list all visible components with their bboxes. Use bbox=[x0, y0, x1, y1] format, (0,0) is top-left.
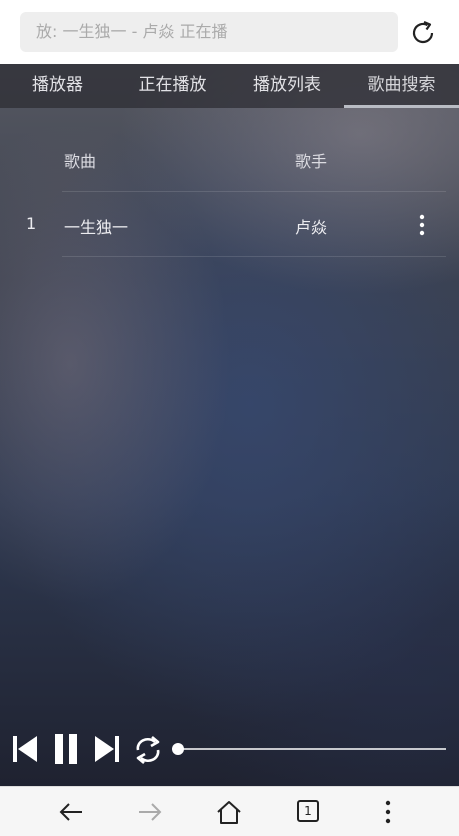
row-song-title: 一生独一 bbox=[64, 218, 129, 237]
browser-top-bar: 放: 一生独一 - 卢焱 正在播 bbox=[0, 0, 459, 64]
forward-arrow-icon[interactable] bbox=[135, 797, 165, 827]
tab-count: 1 bbox=[297, 800, 319, 822]
row-divider bbox=[62, 256, 446, 257]
repeat-icon[interactable] bbox=[133, 728, 163, 772]
tab-bar: 播放器 正在播放 播放列表 歌曲搜索 bbox=[0, 64, 459, 108]
back-arrow-icon[interactable] bbox=[56, 797, 86, 827]
tabs-switcher-button[interactable]: 1 bbox=[294, 797, 324, 827]
address-bar[interactable]: 放: 一生独一 - 卢焱 正在播 bbox=[20, 12, 398, 52]
column-header-artist: 歌手 bbox=[295, 152, 328, 171]
browser-bottom-bar: 1 bbox=[0, 786, 459, 836]
more-options-icon[interactable] bbox=[412, 212, 432, 238]
tab-player[interactable]: 播放器 bbox=[0, 64, 115, 108]
pause-icon[interactable] bbox=[53, 728, 79, 772]
progress-knob[interactable] bbox=[172, 743, 184, 755]
tab-playlist[interactable]: 播放列表 bbox=[230, 64, 344, 108]
next-track-icon[interactable] bbox=[94, 728, 120, 772]
reload-icon[interactable] bbox=[408, 18, 438, 48]
active-tab-indicator bbox=[344, 105, 459, 108]
playback-controls bbox=[0, 728, 459, 772]
home-icon[interactable] bbox=[214, 797, 244, 827]
previous-track-icon[interactable] bbox=[12, 728, 38, 772]
table-row[interactable]: 1 一生独一 卢焱 bbox=[0, 192, 459, 256]
row-index: 1 bbox=[26, 214, 37, 233]
results-table-header: 歌曲 歌手 bbox=[0, 134, 459, 184]
tab-now-playing[interactable]: 正在播放 bbox=[115, 64, 230, 108]
browser-menu-icon[interactable] bbox=[373, 797, 403, 827]
column-header-song: 歌曲 bbox=[64, 152, 97, 171]
progress-track[interactable] bbox=[178, 748, 446, 750]
row-artist: 卢焱 bbox=[295, 218, 328, 237]
tab-song-search[interactable]: 歌曲搜索 bbox=[344, 64, 459, 108]
music-player: 播放器 正在播放 播放列表 歌曲搜索 歌曲 歌手 1 一生独一 卢焱 bbox=[0, 64, 459, 786]
